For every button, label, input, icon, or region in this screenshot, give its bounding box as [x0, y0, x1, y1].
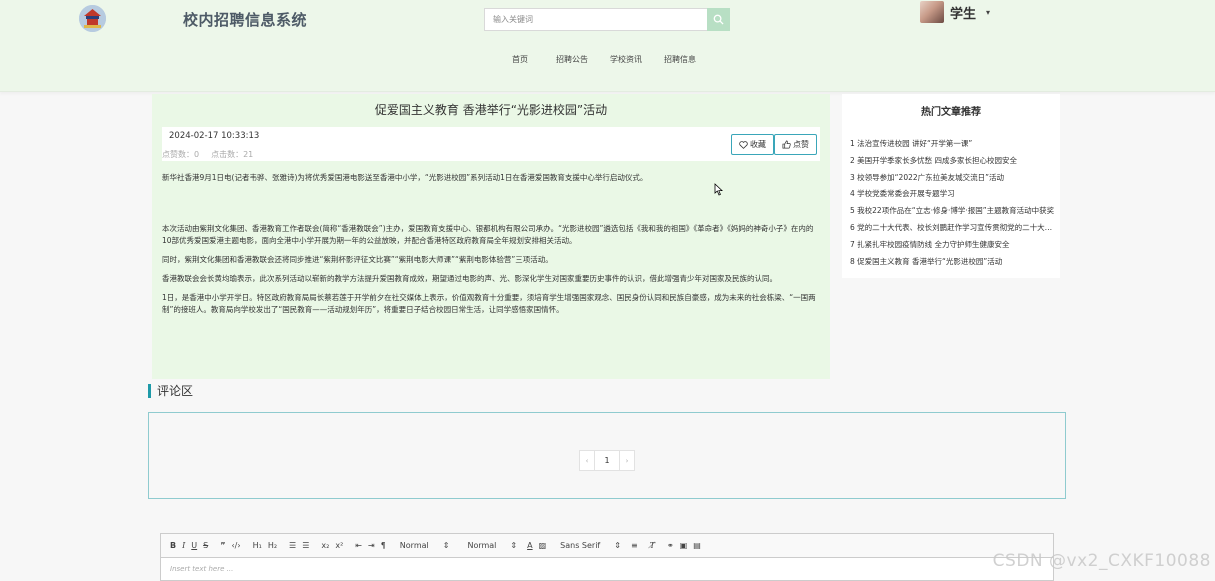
article-paragraph: 新华社香港9月1日电(记者韦骅、张雅诗)为将优秀爱国港电影送至香港中小学，“光影…	[162, 173, 648, 182]
search-button[interactable]	[707, 8, 730, 31]
ordered-list-icon[interactable]: ☰	[289, 541, 296, 550]
next-page-button[interactable]: ›	[620, 451, 634, 470]
font-select-value: Sans Serif	[560, 541, 601, 550]
site-title: 校内招聘信息系统	[183, 11, 308, 29]
hot-article-item[interactable]: 3 校领导参加“2022广东拉美友城交流日”活动	[850, 170, 1055, 187]
header-select-value: Normal	[467, 541, 497, 550]
link-icon[interactable]: ⚭	[667, 541, 674, 550]
avatar[interactable]	[920, 1, 944, 23]
nav-recruit-info[interactable]: 招聘信息	[664, 54, 696, 65]
comment-editor: B I U S ” ‹/› H₁ H₂ ☰ ☰ x₂ x² ⇤ ⇥ ¶ Norm…	[160, 533, 1054, 581]
superscript-button[interactable]: x²	[335, 541, 343, 550]
subscript-button[interactable]: x₂	[321, 541, 329, 550]
user-menu[interactable]: 学生 ▾	[920, 0, 990, 24]
chevron-updown-icon: ⇕	[510, 541, 518, 550]
code-icon[interactable]: ‹/›	[231, 541, 240, 550]
hot-article-item[interactable]: 4 学校党委常委会开展专题学习	[850, 186, 1055, 203]
nav-school-news[interactable]: 学校资讯	[610, 54, 642, 65]
chevron-updown-icon: ⇕	[614, 541, 621, 550]
favorite-button[interactable]: 收藏	[731, 134, 774, 155]
image-icon[interactable]: ▣	[680, 541, 688, 550]
bold-button[interactable]: B	[170, 541, 176, 550]
article-body: 新华社香港9月1日电(记者韦骅、张雅诗)为将优秀爱国港电影送至香港中小学，“光影…	[162, 172, 822, 323]
article-stats: 点赞数：0 点击数：21	[162, 149, 253, 160]
article-date: 2024-02-17 10:33:13	[169, 131, 260, 141]
comment-list: ‹ 1 ›	[148, 412, 1066, 499]
text-direction-icon[interactable]: ¶	[381, 541, 386, 550]
logo-icon[interactable]	[79, 5, 106, 32]
click-count: 点击数：21	[211, 150, 254, 159]
watermark: CSDN @vx2_CXKF10088	[992, 551, 1211, 571]
clear-format-icon[interactable]: T̸	[650, 541, 655, 550]
chevron-updown-icon: ⇕	[442, 541, 450, 550]
article-panel: 促爱国主义教育 香港举行“光影进校园”活动 2024-02-17 10:33:1…	[152, 94, 830, 379]
favorite-label: 收藏	[750, 140, 766, 149]
nav-home[interactable]: 首页	[512, 54, 528, 65]
blockquote-icon[interactable]: ”	[220, 541, 225, 550]
comment-title: 评论区	[157, 384, 194, 398]
editor-input[interactable]: Insert text here ...	[161, 558, 1053, 580]
size-select-value: Normal	[399, 541, 429, 550]
video-icon[interactable]: ▤	[693, 541, 701, 550]
comment-accent-bar	[148, 383, 151, 398]
article-paragraph: 香港教联会会长黄均瑜表示，此次系列活动以崭新的教学方法提升爱国教育成效，期望通过…	[162, 274, 777, 283]
italic-button[interactable]: I	[182, 541, 185, 550]
hot-article-item[interactable]: 6 党的二十大代表、校长刘鹏赶作学习宣传贯彻党的二十大精神报告会	[850, 220, 1055, 237]
search-bar	[484, 8, 730, 31]
user-name: 学生	[950, 6, 977, 22]
font-select[interactable]: Sans Serif ⇕	[560, 541, 621, 550]
thumbs-up-icon	[782, 140, 791, 149]
size-select[interactable]: Normal ⇕	[400, 541, 450, 550]
main-nav: 首页 招聘公告 学校资讯 招聘信息	[504, 54, 718, 65]
top-header: 校内招聘信息系统 学生 ▾ 首页 招聘公告 学校资讯 招聘信息	[0, 0, 1215, 92]
hot-article-item[interactable]: 8 促爱国主义教育 香港举行“光影进校园”活动	[850, 254, 1055, 271]
hot-articles-panel: 热门文章推荐 1 法治宣传进校园 讲好“开学第一课” 2 美国开学季家长多忧愁 …	[842, 94, 1060, 278]
mouse-cursor-icon	[714, 183, 723, 196]
hot-articles-list: 1 法治宣传进校园 讲好“开学第一课” 2 美国开学季家长多忧愁 四成多家长担心…	[850, 136, 1055, 270]
outdent-icon[interactable]: ⇤	[355, 541, 362, 550]
hot-article-item[interactable]: 2 美国开学季家长多忧愁 四成多家长担心校园安全	[850, 153, 1055, 170]
header2-button[interactable]: H₂	[268, 541, 277, 550]
editor-toolbar: B I U S ” ‹/› H₁ H₂ ☰ ☰ x₂ x² ⇤ ⇥ ¶ Norm…	[161, 534, 1053, 558]
hot-article-item[interactable]: 7 扎紧扎牢校园疫情防线 全力守护师生健康安全	[850, 237, 1055, 254]
align-icon[interactable]: ≡	[631, 541, 638, 550]
hot-articles-title: 热门文章推荐	[921, 107, 981, 118]
nav-recruit-notice[interactable]: 招聘公告	[556, 54, 588, 65]
indent-icon[interactable]: ⇥	[368, 541, 375, 550]
background-color-icon[interactable]: ▨	[539, 541, 547, 550]
heart-icon	[739, 140, 748, 149]
article-paragraph: 本次活动由紫荆文化集团、香港教育工作者联会(简称“香港教联会”)主办，爱国教育支…	[162, 224, 814, 245]
bullet-list-icon[interactable]: ☰	[302, 541, 309, 550]
strike-button[interactable]: S	[203, 541, 208, 550]
font-color-icon[interactable]: A	[527, 541, 532, 550]
pagination: ‹ 1 ›	[579, 450, 635, 471]
search-input[interactable]	[484, 8, 707, 31]
article-meta: 2024-02-17 10:33:13 点赞数：0 点击数：21 收藏 点赞	[162, 127, 820, 161]
chevron-down-icon[interactable]: ▾	[986, 8, 990, 17]
hot-article-item[interactable]: 1 法治宣传进校园 讲好“开学第一课”	[850, 136, 1055, 153]
prev-page-button[interactable]: ‹	[580, 451, 594, 470]
like-button[interactable]: 点赞	[774, 134, 817, 155]
header-select[interactable]: Normal ⇕	[467, 541, 517, 550]
hot-article-item[interactable]: 5 我校22项作品在“立志·修身·博学·报国”主题教育活动中获奖	[850, 203, 1055, 220]
article-paragraph: 1日，是香港中小学开学日。特区政府教育局局长蔡若莲于开学前夕在社交媒体上表示，价…	[162, 293, 816, 314]
like-count: 点赞数：0	[162, 150, 200, 159]
header1-button[interactable]: H₁	[253, 541, 262, 550]
article-title: 促爱国主义教育 香港举行“光影进校园”活动	[374, 103, 608, 117]
page-number[interactable]: 1	[594, 451, 620, 470]
search-icon	[713, 14, 724, 25]
comment-header: 评论区	[148, 383, 193, 398]
article-paragraph: 同时，紫荆文化集团和香港教联会还将同步推进“紫荆杯影评征文比赛”“紫荆电影大师课…	[162, 255, 553, 264]
like-label: 点赞	[793, 140, 809, 149]
underline-button[interactable]: U	[191, 541, 197, 550]
